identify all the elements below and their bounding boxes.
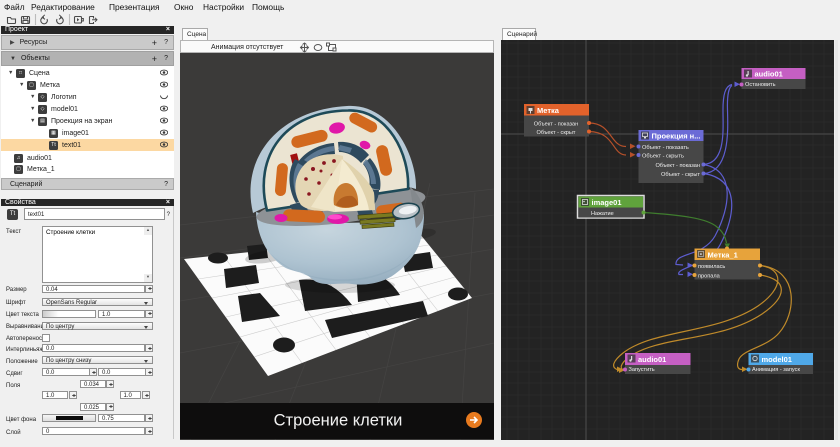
svg-text:Объект - показать: Объект - показать xyxy=(642,145,689,151)
svg-text:Объект - скрыт: Объект - скрыт xyxy=(661,172,700,178)
svg-text:Запустить: Запустить xyxy=(629,367,655,373)
svg-text:Проекция н...: Проекция н... xyxy=(652,132,701,141)
svg-text:audio01: audio01 xyxy=(638,355,666,364)
svg-text:Нажатие: Нажатие xyxy=(591,211,614,217)
svg-text:пропала: пропала xyxy=(698,274,721,280)
svg-text:image01: image01 xyxy=(592,198,622,207)
svg-text:Метка: Метка xyxy=(537,106,560,115)
svg-text:audio01: audio01 xyxy=(755,70,783,79)
svg-text:Объект - показан: Объект - показан xyxy=(655,163,700,169)
svg-text:Остановить: Остановить xyxy=(745,82,776,88)
svg-text:Анимация - запуск: Анимация - запуск xyxy=(752,367,800,373)
svg-text:появилась: появилась xyxy=(698,264,725,270)
svg-text:Метка_1: Метка_1 xyxy=(708,251,738,260)
svg-text:model01: model01 xyxy=(762,355,792,364)
svg-text:Объект - скрыт: Объект - скрыт xyxy=(537,130,576,136)
svg-text:Строение клетки: Строение клетки xyxy=(274,412,403,430)
svg-text:Объект - показан: Объект - показан xyxy=(534,122,579,128)
svg-text:Объект - скрыть: Объект - скрыть xyxy=(642,154,684,160)
